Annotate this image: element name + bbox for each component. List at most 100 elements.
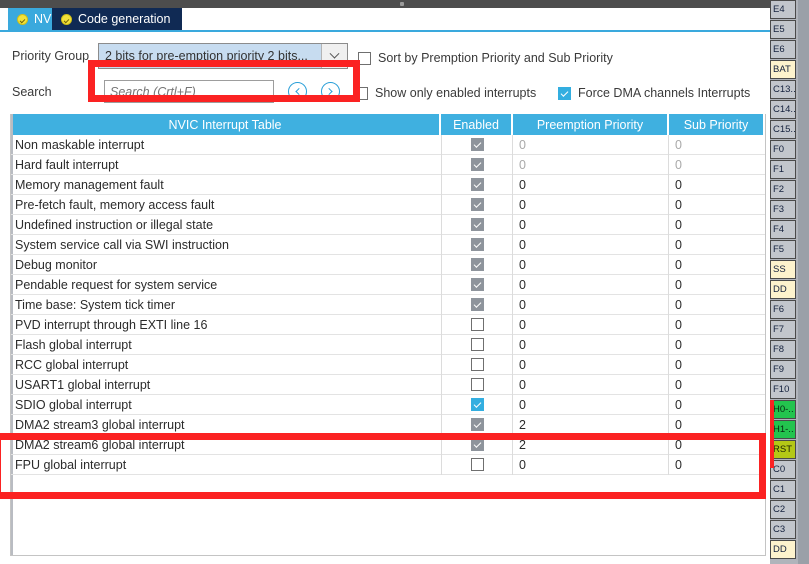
enabled-checkbox[interactable] [470,318,484,331]
enabled-checkbox[interactable] [470,158,484,171]
pin-item[interactable]: BAT [770,60,796,79]
pin-item[interactable]: C14.. [770,100,796,119]
enabled-checkbox[interactable] [470,338,484,351]
enabled-cell[interactable] [441,254,513,275]
sub-priority-cell[interactable]: 0 [669,435,763,455]
enabled-cell[interactable] [441,374,513,395]
pin-item[interactable]: DD [770,540,796,559]
pin-item[interactable]: E4 [770,0,796,19]
sub-priority-cell[interactable]: 0 [669,355,763,375]
preemption-priority-cell[interactable]: 0 [513,294,669,315]
preemption-priority-cell[interactable]: 0 [513,274,669,295]
enabled-cell[interactable] [441,234,513,255]
sub-priority-cell[interactable]: 0 [669,255,763,275]
enabled-checkbox[interactable] [470,218,484,231]
enabled-cell[interactable] [441,314,513,335]
pin-item[interactable]: F1 [770,160,796,179]
enabled-checkbox[interactable] [470,138,484,151]
sort-by-preemption-option[interactable]: Sort by Premption Priority and Sub Prior… [358,51,613,65]
enabled-checkbox[interactable] [470,298,484,311]
pin-item[interactable]: F6 [770,300,796,319]
enabled-cell[interactable] [441,454,513,475]
preemption-priority-cell[interactable]: 0 [513,254,669,275]
sub-priority-cell[interactable]: 0 [669,195,763,215]
sub-priority-cell[interactable]: 0 [669,135,763,155]
preemption-priority-cell[interactable]: 0 [513,334,669,355]
enabled-checkbox[interactable] [470,418,484,431]
sub-priority-cell[interactable]: 0 [669,415,763,435]
enabled-cell[interactable] [441,274,513,295]
table-row[interactable]: Pendable request for system service 0 0 [11,274,765,295]
pin-item[interactable]: F3 [770,200,796,219]
search-next-icon[interactable] [321,82,340,101]
table-row[interactable]: RCC global interrupt 0 0 [11,354,765,375]
sub-priority-cell[interactable]: 0 [669,275,763,295]
table-row[interactable]: PVD interrupt through EXTI line 16 0 0 [11,314,765,335]
table-row[interactable]: Undefined instruction or illegal state 0 0 [11,214,765,235]
enabled-checkbox[interactable] [470,238,484,251]
pin-item[interactable]: E5 [770,20,796,39]
pin-item[interactable]: F4 [770,220,796,239]
enabled-cell[interactable] [441,354,513,375]
pin-item[interactable]: C1 [770,480,796,499]
column-header-sub[interactable]: Sub Priority [669,114,763,135]
table-row[interactable]: Time base: System tick timer 0 0 [11,294,765,315]
preemption-priority-cell[interactable]: 0 [513,234,669,255]
show-only-enabled-checkbox[interactable] [355,86,368,100]
enabled-cell[interactable] [441,294,513,315]
table-row[interactable]: FPU global interrupt 0 0 [11,454,765,475]
enabled-checkbox[interactable] [470,278,484,291]
pin-item[interactable]: F9 [770,360,796,379]
pin-item[interactable]: SS [770,260,796,279]
preemption-priority-cell[interactable]: 0 [513,174,669,195]
chevron-down-icon[interactable] [321,44,347,68]
enabled-checkbox[interactable] [470,358,484,371]
table-row[interactable]: Pre-fetch fault, memory access fault 0 0 [11,194,765,215]
enabled-cell[interactable] [441,414,513,435]
search-prev-icon[interactable] [288,82,307,101]
preemption-priority-cell[interactable]: 0 [513,154,669,175]
enabled-cell[interactable] [441,434,513,455]
sidebar-scroll-column[interactable] [798,0,809,564]
enabled-cell[interactable] [441,174,513,195]
column-header-preemption[interactable]: Preemption Priority [513,114,669,135]
table-row[interactable]: Debug monitor 0 0 [11,254,765,275]
priority-group-dropdown[interactable]: 2 bits for pre-emption priority 2 bits..… [98,43,348,69]
enabled-checkbox[interactable] [470,378,484,391]
column-header-enabled[interactable]: Enabled [441,114,513,135]
sub-priority-cell[interactable]: 0 [669,295,763,315]
sort-by-preemption-checkbox[interactable] [358,51,371,65]
sub-priority-cell[interactable]: 0 [669,235,763,255]
preemption-priority-cell[interactable]: 0 [513,194,669,215]
pin-item[interactable]: C2 [770,500,796,519]
pin-item[interactable]: F2 [770,180,796,199]
enabled-cell[interactable] [441,134,513,155]
sub-priority-cell[interactable]: 0 [669,315,763,335]
enabled-cell[interactable] [441,214,513,235]
enabled-checkbox[interactable] [470,198,484,211]
sub-priority-cell[interactable]: 0 [669,455,763,475]
search-input[interactable] [104,80,274,103]
pin-item[interactable]: F0 [770,140,796,159]
pin-item[interactable]: F5 [770,240,796,259]
table-row[interactable]: Memory management fault 0 0 [11,174,765,195]
show-only-enabled-option[interactable]: Show only enabled interrupts [355,86,536,100]
enabled-cell[interactable] [441,154,513,175]
pin-item[interactable]: F7 [770,320,796,339]
enabled-cell[interactable] [441,334,513,355]
preemption-priority-cell[interactable]: 0 [513,214,669,235]
pin-item[interactable]: C3 [770,520,796,539]
preemption-priority-cell[interactable]: 0 [513,354,669,375]
pin-item[interactable]: C13.. [770,80,796,99]
sub-priority-cell[interactable]: 0 [669,395,763,415]
enabled-checkbox[interactable] [470,258,484,271]
sub-priority-cell[interactable]: 0 [669,375,763,395]
sub-priority-cell[interactable]: 0 [669,155,763,175]
enabled-checkbox[interactable] [470,178,484,191]
column-header-name[interactable]: NVIC Interrupt Table [11,114,441,135]
enabled-checkbox[interactable] [470,438,484,451]
preemption-priority-cell[interactable]: 2 [513,414,669,435]
sub-priority-cell[interactable]: 0 [669,335,763,355]
pin-item[interactable]: F10 [770,380,796,399]
pin-item[interactable]: C15.. [770,120,796,139]
